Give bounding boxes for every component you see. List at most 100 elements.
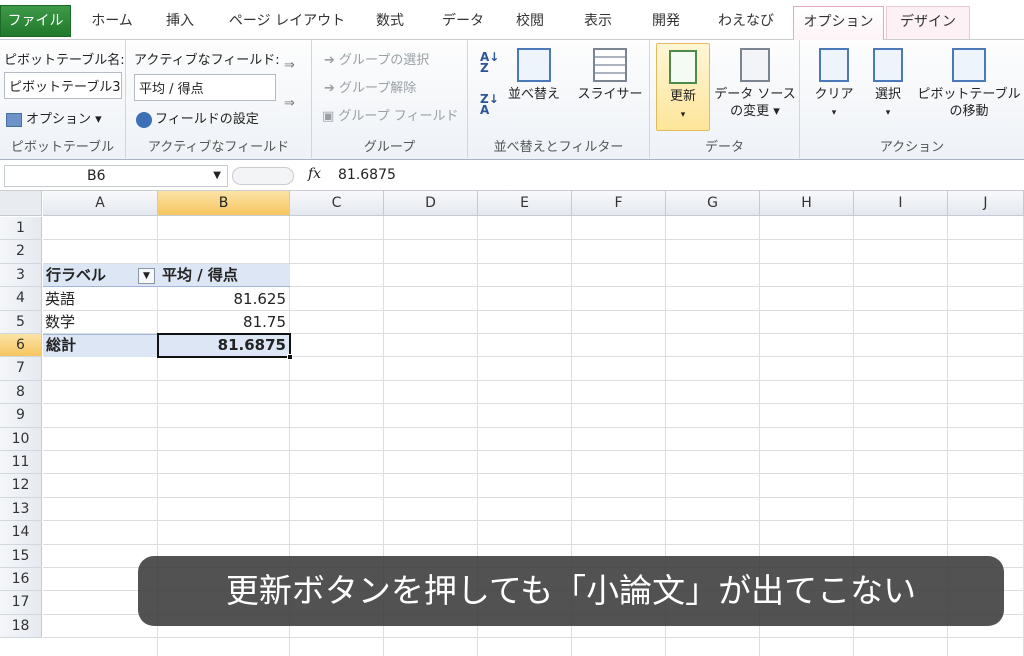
ungroup-button[interactable]: ➔ グループ解除 <box>324 77 416 96</box>
column-header[interactable]: I <box>854 191 948 216</box>
expand-field-icon[interactable]: ⇒ <box>284 58 295 73</box>
fx-icon[interactable]: fx <box>308 166 321 182</box>
move-pivot-button[interactable]: ピボットテーブル の移動 <box>916 48 1022 120</box>
grid-hline <box>43 450 1024 451</box>
row-header[interactable]: 15 <box>0 544 42 568</box>
ribbon: ピボットテーブル名: ピボットテーブル3 オプション ▾ ピボットテーブル アク… <box>0 40 1024 160</box>
pivot-name-label: ピボットテーブル名: <box>4 53 125 68</box>
field-settings-button[interactable]: フィールドの設定 <box>136 108 259 128</box>
group-selection-button[interactable]: ➔ グループの選択 <box>324 49 429 68</box>
column-header[interactable]: J <box>948 191 1024 216</box>
formula-bar: B6 ▼ fx 81.6875 <box>0 161 1024 191</box>
refresh-button[interactable]: 更新 ▾ <box>656 43 710 131</box>
group-field-label: グループ フィールド <box>338 109 459 124</box>
active-field-label: アクティブなフィールド: <box>134 53 280 68</box>
pivottable-group: ピボットテーブル名: ピボットテーブル3 オプション ▾ ピボットテーブル <box>0 40 126 158</box>
group-selection-icon: ➔ <box>324 53 340 68</box>
slicer-button[interactable]: スライサー <box>574 48 646 103</box>
collapse-field-icon[interactable]: ⇒ <box>284 96 295 111</box>
group-field-button[interactable]: ▣ グループ フィールド <box>322 105 459 124</box>
slicer-icon <box>593 48 627 82</box>
ribbon-tab-bar: ファイル ホーム 挿入 ページ レイアウト 数式 データ 校閲 表示 開発 わえ… <box>0 0 1024 41</box>
column-header[interactable]: B <box>158 191 290 216</box>
change-data-source-button[interactable]: データ ソース の変更 ▾ <box>712 48 798 120</box>
column-header[interactable]: G <box>666 191 760 216</box>
tab-insert[interactable]: 挿入 <box>155 6 205 39</box>
options-icon <box>6 112 22 127</box>
grid-hline <box>43 426 1024 428</box>
clear-icon <box>819 48 849 82</box>
row-header[interactable]: 3 <box>0 263 42 288</box>
select-button[interactable]: 選択 ▾ <box>862 48 914 122</box>
pivot-row-value: 81.75 <box>243 313 286 331</box>
ungroup-icon: ➔ <box>324 81 340 96</box>
name-box-dropdown-icon[interactable]: ▼ <box>213 166 221 186</box>
row-header[interactable]: 9 <box>0 404 42 428</box>
sort-label: 並べ替え <box>507 87 560 102</box>
pivot-total-label: 総計 <box>46 336 77 354</box>
column-header[interactable]: F <box>572 191 666 216</box>
column-header[interactable]: H <box>760 191 854 216</box>
column-header[interactable]: A <box>43 191 158 216</box>
select-all-corner[interactable] <box>0 191 42 216</box>
move-pivot-label-1: ピボットテーブル <box>917 87 1021 102</box>
tab-home[interactable]: ホーム <box>82 6 142 39</box>
group-group-label: グループ <box>363 140 416 155</box>
tab-waenavi[interactable]: わえなび <box>710 6 782 39</box>
column-header[interactable]: E <box>478 191 572 216</box>
tab-options[interactable]: オプション <box>793 6 884 41</box>
grid-hline <box>43 543 1024 545</box>
options-button[interactable]: オプション ▾ <box>6 108 102 127</box>
column-header[interactable]: D <box>384 191 478 216</box>
sort-desc-icon[interactable]: Z↓ A <box>480 93 499 116</box>
row-header[interactable]: 1 <box>0 217 42 241</box>
clear-button[interactable]: クリア ▾ <box>808 48 860 122</box>
pivot-value-header: 平均 / 得点 <box>162 266 238 284</box>
grid-hline <box>43 496 1024 498</box>
row-header[interactable]: 12 <box>0 474 42 498</box>
row-header[interactable]: 6 <box>0 334 42 358</box>
fill-handle[interactable] <box>287 354 293 360</box>
tab-developer[interactable]: 開発 <box>641 6 691 39</box>
row-header[interactable]: 17 <box>0 591 42 615</box>
tab-view[interactable]: 表示 <box>573 6 623 39</box>
row-header[interactable]: 2 <box>0 240 42 264</box>
row-header[interactable]: 10 <box>0 427 42 451</box>
tab-formulas[interactable]: 数式 <box>365 6 415 39</box>
active-field-group: アクティブなフィールド: 平均 / 得点 フィールドの設定 ⇒ ⇒ アクティブな… <box>126 40 312 158</box>
clear-label: クリア <box>814 87 854 102</box>
active-field-input[interactable]: 平均 / 得点 <box>134 74 276 101</box>
group-field-icon: ▣ <box>322 109 339 124</box>
row-header[interactable]: 7 <box>0 357 42 381</box>
row-header[interactable]: 11 <box>0 451 42 475</box>
tab-design[interactable]: デザイン <box>886 6 970 39</box>
grid-hline <box>43 403 1024 405</box>
row-header[interactable]: 18 <box>0 614 42 639</box>
tab-data[interactable]: データ <box>433 6 493 39</box>
data-group: 更新 ▾ データ ソース の変更 ▾ データ <box>650 40 800 158</box>
row-header[interactable]: 4 <box>0 287 42 311</box>
row-header[interactable]: 13 <box>0 497 42 522</box>
grid-hline <box>43 473 1024 475</box>
tab-review[interactable]: 校閲 <box>505 6 555 39</box>
row-header[interactable]: 8 <box>0 380 42 405</box>
grid-hline <box>43 239 1024 241</box>
options-label: オプション ▾ <box>26 112 102 127</box>
tab-file[interactable]: ファイル <box>0 5 71 37</box>
row-header[interactable]: 5 <box>0 310 42 334</box>
formula-separator[interactable] <box>232 167 294 185</box>
column-header[interactable]: C <box>290 191 384 216</box>
sort-asc-icon[interactable]: A↓ Z <box>480 51 499 74</box>
select-label: 選択 <box>874 87 901 102</box>
name-box[interactable]: B6 ▼ <box>4 165 228 187</box>
actions-group: クリア ▾ 選択 ▾ ピボットテーブル の移動 アクション <box>800 40 1024 158</box>
formula-input[interactable]: 81.6875 <box>338 167 396 183</box>
tab-page-layout[interactable]: ページ レイアウト <box>222 6 352 39</box>
row-header[interactable]: 16 <box>0 568 42 592</box>
row-label-filter-icon[interactable]: ▼ <box>138 268 155 284</box>
pivot-name-input[interactable]: ピボットテーブル3 <box>4 72 122 99</box>
sort-button[interactable]: 並べ替え <box>502 48 566 103</box>
name-box-value: B6 <box>87 168 106 184</box>
pivottable-group-label: ピボットテーブル <box>10 140 115 155</box>
row-header[interactable]: 14 <box>0 521 42 545</box>
